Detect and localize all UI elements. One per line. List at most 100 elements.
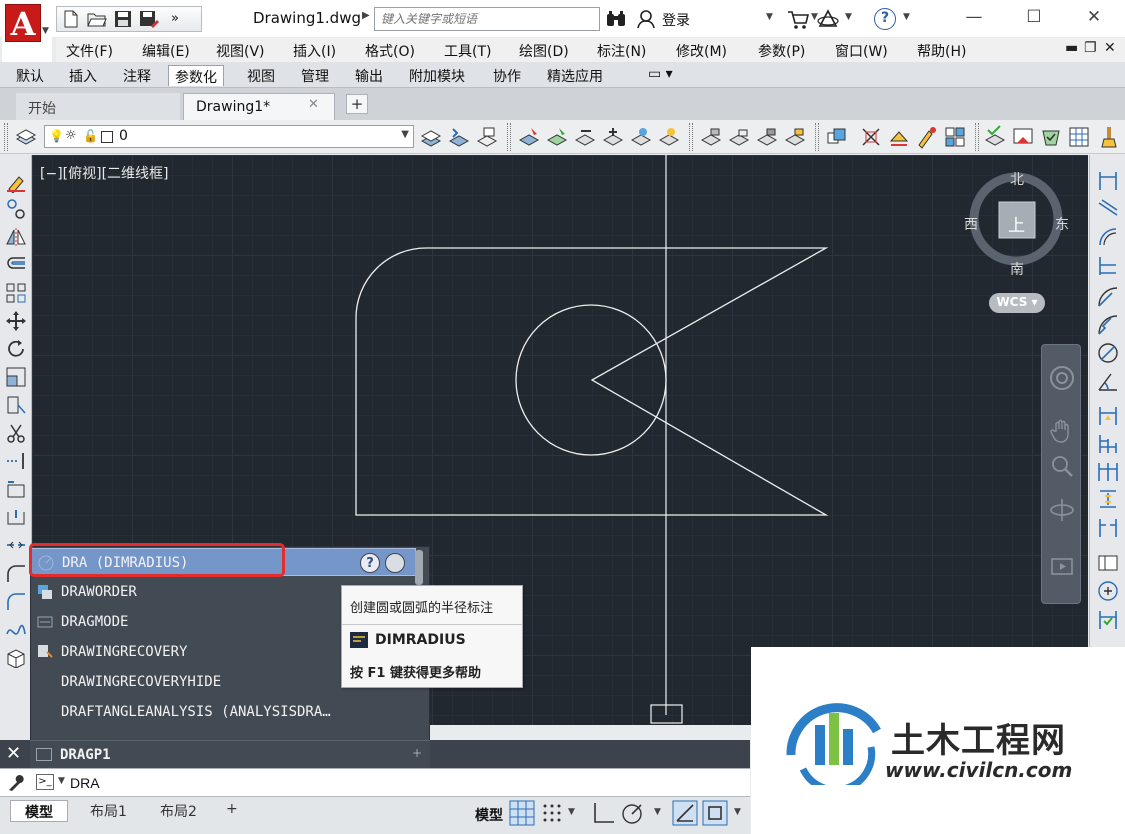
menu-edit[interactable]: 编辑(E): [142, 41, 190, 61]
fillet-icon[interactable]: [5, 562, 27, 584]
viewcube-east[interactable]: 东: [1055, 214, 1069, 234]
tolerance-icon[interactable]: [1096, 551, 1120, 575]
menu-insert[interactable]: 插入(I): [293, 41, 336, 61]
ribbon-options-icon[interactable]: ▭ ▾: [642, 65, 679, 86]
tab-annotate[interactable]: 注释: [117, 65, 157, 86]
tab-output[interactable]: 输出: [349, 65, 389, 86]
chevron-down-icon[interactable]: ▼: [568, 807, 575, 817]
tab-close-icon[interactable]: ✕: [308, 97, 319, 112]
offset-icon[interactable]: [5, 254, 27, 276]
file-tab-start[interactable]: 开始: [16, 93, 180, 120]
rotate-icon[interactable]: [5, 338, 27, 360]
isodraft-icon[interactable]: [672, 800, 698, 826]
zoom-extents-icon[interactable]: [1049, 453, 1075, 479]
model-space-toggle[interactable]: 模型: [475, 805, 503, 825]
layout-tab-layout1[interactable]: 布局1: [76, 800, 141, 822]
arc-length-icon[interactable]: [1096, 225, 1120, 249]
diameter-dimension-icon[interactable]: [1096, 341, 1120, 365]
orbit-icon[interactable]: [1049, 497, 1075, 523]
tab-view[interactable]: 视图: [241, 65, 281, 86]
new-tab-button[interactable]: +: [346, 94, 368, 114]
more-commands-icon[interactable]: »: [165, 10, 185, 28]
center-mark-icon[interactable]: [1096, 579, 1120, 603]
help-icon[interactable]: ?: [874, 8, 896, 30]
login-link[interactable]: 登录: [662, 10, 690, 30]
baseline-dimension-icon[interactable]: [1096, 431, 1120, 455]
toolbar-grip[interactable]: [507, 123, 511, 151]
inspect-icon[interactable]: [1096, 607, 1120, 631]
menu-view[interactable]: 视图(V): [216, 41, 265, 61]
viewcube-south[interactable]: 南: [1010, 259, 1024, 279]
linear-dimension-icon[interactable]: [1096, 169, 1120, 193]
chevron-down-icon[interactable]: ▼: [58, 776, 65, 786]
layer-unisolate-icon[interactable]: [545, 125, 569, 149]
menu-modify[interactable]: 修改(M): [676, 41, 727, 61]
previous-layer-icon[interactable]: [475, 125, 499, 149]
command-input[interactable]: [70, 772, 470, 794]
wrench-icon[interactable]: [6, 773, 26, 793]
layer-lock-all-icon[interactable]: [755, 125, 779, 149]
minimize-icon[interactable]: —: [954, 6, 994, 30]
tab-manage[interactable]: 管理: [295, 65, 335, 86]
close-icon[interactable]: ✕: [6, 743, 21, 764]
prompt-icon[interactable]: >_: [36, 774, 54, 790]
menu-parametric[interactable]: 参数(P): [758, 41, 805, 61]
dimension-break-icon[interactable]: [1096, 515, 1120, 539]
search-expand-icon[interactable]: ▶: [362, 10, 370, 21]
open-folder-icon[interactable]: [87, 10, 107, 28]
menu-draw[interactable]: 绘图(D): [519, 41, 569, 61]
break-icon[interactable]: [5, 478, 27, 500]
doc-minimize-icon[interactable]: ▬: [1065, 40, 1078, 56]
chevron-down-icon[interactable]: ▼: [845, 12, 852, 22]
showmotion-icon[interactable]: [1049, 553, 1075, 579]
box-3d-icon[interactable]: [5, 646, 27, 669]
ordinate-dimension-icon[interactable]: [1096, 253, 1120, 277]
copy-icon[interactable]: [5, 198, 27, 220]
dimension-space-icon[interactable]: [1096, 487, 1120, 511]
chamfer-icon[interactable]: [5, 534, 27, 556]
layer-on-icon[interactable]: [601, 125, 625, 149]
menu-format[interactable]: 格式(O): [365, 41, 415, 61]
chevron-down-icon[interactable]: ▼: [903, 12, 910, 22]
help-icon[interactable]: ?: [360, 553, 380, 573]
quick-dimension-icon[interactable]: [1096, 403, 1120, 427]
layer-translate-icon[interactable]: [943, 125, 967, 149]
steering-wheel-icon[interactable]: [1049, 365, 1075, 391]
blend-curves-icon[interactable]: [5, 590, 27, 612]
tab-insert[interactable]: 插入: [63, 65, 103, 86]
layer-filter-icon[interactable]: [1011, 125, 1035, 149]
layer-properties-icon[interactable]: [14, 125, 38, 149]
list-item[interactable]: DRAFTANGLEANALYSIS (ANALYSISDRA…: [31, 698, 416, 726]
toolbar-grip[interactable]: [689, 123, 693, 151]
grid-icon[interactable]: [509, 800, 535, 826]
globe-search-icon[interactable]: [385, 553, 405, 573]
search-input[interactable]: [374, 7, 600, 31]
chevron-down-icon[interactable]: ▼: [766, 12, 773, 22]
chevron-down-icon[interactable]: ▼: [654, 807, 661, 817]
doc-restore-icon[interactable]: ❐: [1084, 40, 1097, 56]
user-icon[interactable]: [636, 9, 656, 29]
layer-check-icon[interactable]: [983, 125, 1007, 149]
close-icon[interactable]: ✕: [1074, 6, 1114, 30]
layer-unlock-icon[interactable]: [727, 125, 751, 149]
list-item[interactable]: DRAGP1 +: [30, 740, 430, 768]
tab-addins[interactable]: 附加模块: [403, 65, 471, 86]
tab-collaborate[interactable]: 协作: [487, 65, 527, 86]
save-icon[interactable]: [113, 10, 133, 28]
layer-standards-icon[interactable]: [1039, 125, 1063, 149]
ortho-icon[interactable]: [590, 800, 616, 826]
extend-icon[interactable]: [5, 450, 27, 472]
chevron-down-icon[interactable]: ▼: [734, 807, 741, 817]
stretch-icon[interactable]: [5, 394, 27, 416]
viewcube-north[interactable]: 北: [1010, 169, 1024, 189]
menu-dimension[interactable]: 标注(N): [597, 41, 646, 61]
match-layer-icon[interactable]: [447, 125, 471, 149]
save-as-icon[interactable]: [139, 10, 159, 28]
layer-merge-icon[interactable]: [783, 125, 807, 149]
layer-delete-icon[interactable]: [887, 125, 911, 149]
paintbrush-icon[interactable]: [1097, 125, 1121, 149]
toolbar-grip[interactable]: [4, 123, 8, 151]
tab-default[interactable]: 默认: [10, 65, 50, 86]
add-layout-button[interactable]: +: [218, 800, 246, 822]
menu-file[interactable]: 文件(F): [66, 41, 113, 61]
